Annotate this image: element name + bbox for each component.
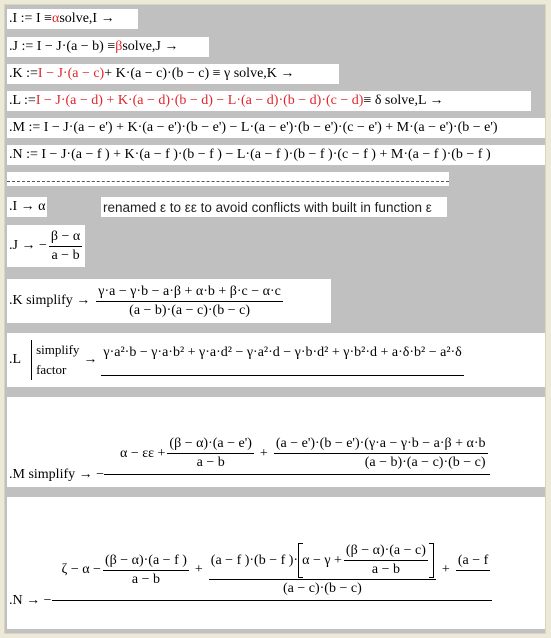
expr: solve,I → [59,11,115,26]
region-define-I[interactable]: .I := I ≡ α solve,I → [7,9,138,29]
numerator: (β − α)·(a − f ) [104,552,187,568]
keyword-list: simplify factor [31,340,79,380]
numerator: (a − f [457,552,489,568]
expr: .M := I − J·(a − e') + K·(a − e')·(b − e… [9,120,498,135]
denominator: (a − c)·(b − c) [208,579,436,597]
fraction: β − αa − b [48,228,83,264]
numerator: β − α [50,228,81,244]
separator-region[interactable] [7,172,449,186]
expr-highlight: β [115,39,123,54]
dashed-separator [7,181,449,182]
operator: + [259,445,268,461]
expr: .K := [9,66,38,81]
numerator: (a − f )·(b − f )· α − γ + (β − α)·(a − … [209,543,436,579]
region-eval-J[interactable]: .J → − β − αa − b [7,225,85,267]
expr: .I := I ≡ [9,11,53,26]
numerator: (a − e')·(b − e')·(γ·a − γ·b − a·β + α·b [275,436,486,451]
expr: .L := [9,93,36,108]
arrow: → [83,352,98,367]
expr: .N := I − J·(a − f ) + K·(a − f )·(b − f… [9,147,491,162]
region-simplify-L[interactable]: .L simplify factor → γ·a²·b − γ·a·b² + γ·… [7,333,545,387]
expr: .M simplify → − [9,467,105,482]
region-define-J[interactable]: .J := I − J·(a − b) ≡ β solve,J → [7,37,209,57]
expr-highlight: I − J·(a − d) + K·(a − d)·(b − d) − L·(a… [35,93,364,108]
numerator: ζ − α − (β − α)·(a − f ) a − b + (a − f )… [51,543,493,601]
operator: + [441,562,450,577]
denominator: a − b [343,560,428,578]
fraction: (β − α)·(a − e') a − b [167,436,254,471]
region-define-L[interactable]: .L := I − J·(a − d) + K·(a − d)·(b − d) … [7,91,531,111]
expr: solve,J → [122,39,179,54]
region-define-M[interactable]: .M := I − J·(a − e') + K·(a − e')·(b − e… [7,118,545,138]
region-eval-N[interactable]: .N → − ζ − α − (β − α)·(a − f ) a − b + (… [7,497,545,629]
numerator: (β − α)·(a − e') [169,436,252,451]
fraction: γ·a − γ·b − a·β + α·b + β·c − α·c (a − b)… [96,284,283,319]
numerator: γ·a²·b − γ·a·b² + γ·a·d² − γ·a²·d − γ·b·… [101,345,464,376]
region-simplify-M[interactable]: .M simplify → − α − εε + (β − α)·(a − e'… [7,397,545,487]
denominator: (a − b)·(a − c)·(b − c) [96,300,283,319]
term: α − γ + [302,552,342,568]
fraction: (a − f [455,552,491,588]
numerator: (β − α)·(a − c) [345,543,426,558]
expr: + K·(a − c)·(b − c) ≡ γ solve,K → [104,66,295,81]
expr: .K simplify → [9,293,91,308]
expr: .N → − [9,593,52,608]
numerator: α − εε + (β − α)·(a − e') a − b + (a − e'… [104,436,490,475]
fraction: (a − e')·(b − e')·(γ·a − γ·b − a·β + α·b… [273,436,488,471]
expr-highlight: I − J·(a − c) [37,66,105,81]
region-define-N[interactable]: .N := I − J·(a − f ) + K·(a − f )·(b − f… [7,145,545,165]
denominator [455,569,491,588]
numerator: γ·a − γ·b − a·β + α·b + β·c − α·c [98,283,281,299]
term: α − εε + [120,445,166,461]
denominator: a − b [102,569,189,588]
denominator: (a − b)·(a − c)·(b − c) [273,453,488,471]
region-simplify-K[interactable]: .K simplify → γ·a − γ·b − a·β + α·b + β·… [7,279,331,323]
expr: ≡ δ solve,L → [363,93,444,108]
region-define-K[interactable]: .K := I − J·(a − c) + K·(a − c)·(b − c) … [7,64,339,84]
term: (a − f )·(b − f )· [210,552,299,568]
region-eval-I[interactable]: .I → α [7,197,47,217]
expr: .I → α [9,199,46,214]
fraction: (a − f )·(b − f )· α − γ + (β − α)·(a − … [208,543,436,597]
denominator: a − b [48,245,83,264]
operator: + [194,562,203,577]
note-text: renamed ε to εε to avoid conflicts with … [103,199,432,215]
term: ζ − α − [61,562,101,577]
fraction: (β − α)·(a − c) a − b [343,543,428,578]
expr-highlight: α [52,11,60,26]
expr: .J → − [9,238,47,253]
text-note[interactable]: renamed ε to εε to avoid conflicts with … [101,197,447,217]
bracket-group: α − γ + (β − α)·(a − c) a − b [298,543,434,578]
keyword-factor: factor [36,362,67,377]
fraction: (β − α)·(a − f ) a − b [102,552,189,588]
worksheet[interactable]: .I := I ≡ α solve,I → .J := I − J·(a − b… [4,4,546,634]
keyword-simplify: simplify [36,342,80,357]
expr: .J := I − J·(a − b) ≡ [9,39,116,54]
denominator: a − b [167,453,254,471]
expr: .L [9,352,22,367]
